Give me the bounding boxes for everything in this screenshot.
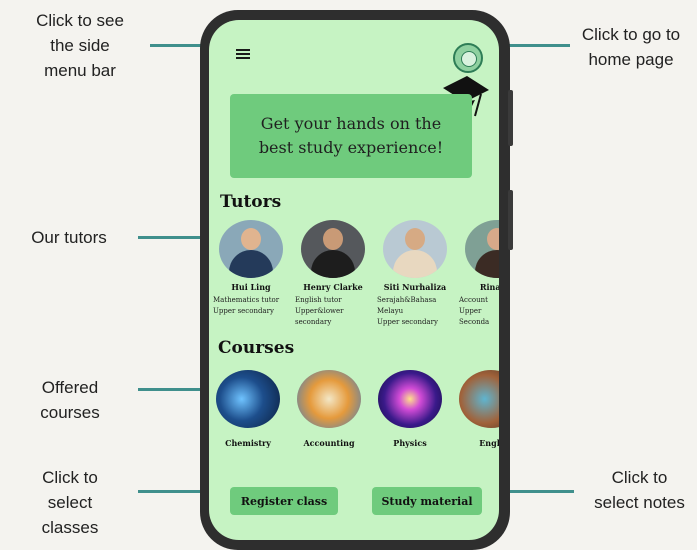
tutor-desc: Account Upper Seconda <box>459 296 490 326</box>
tutor-name: Hui Ling <box>231 282 271 292</box>
phone-side-button <box>508 90 513 146</box>
hamburger-menu-icon[interactable] <box>236 49 250 60</box>
course-card[interactable]: Physics <box>368 370 452 448</box>
select-classes-annotation: Click to select classes <box>41 468 99 537</box>
study-material-button[interactable]: Study material <box>372 487 482 515</box>
offered-courses-annotation: Offered courses <box>40 378 100 422</box>
our-tutors-annotation: Our tutors <box>31 228 107 247</box>
home-page-annotation: Click to go to home page <box>581 25 681 69</box>
tutor-photo <box>383 220 447 278</box>
tutors-row: Hui Ling Mathematics tutor Upper seconda… <box>209 220 499 340</box>
phone-side-button <box>508 190 513 250</box>
courses-title: Courses <box>218 338 295 358</box>
tutor-card[interactable]: Rina Se Account Upper Seconda <box>455 220 499 328</box>
tutor-desc: English tutor Upper&lower secondary <box>295 296 344 326</box>
tutor-photo <box>219 220 283 278</box>
course-card[interactable]: Accounting <box>287 370 371 448</box>
course-image-accounting <box>297 370 361 428</box>
course-name: Accounting <box>303 438 355 448</box>
tutor-card[interactable]: Henry Clarke English tutor Upper&lower s… <box>291 220 375 328</box>
course-image-physics <box>378 370 442 428</box>
tutor-name: Rina Se <box>479 282 499 292</box>
home-logo-icon[interactable] <box>453 43 483 73</box>
tutor-desc: Serajah&Bahasa Melayu Upper secondary <box>377 296 438 326</box>
tutor-photo <box>465 220 499 278</box>
side-menu-annotation: Click to see the side menu bar <box>36 11 124 80</box>
phone-frame: Get your hands on the best study experie… <box>200 10 513 550</box>
tutor-card[interactable]: Hui Ling Mathematics tutor Upper seconda… <box>209 220 293 317</box>
select-notes-annotation: Click to select notes <box>594 468 685 512</box>
tutor-desc: Mathematics tutor Upper secondary <box>213 296 280 315</box>
course-image-english <box>459 370 499 428</box>
tutors-title: Tutors <box>220 192 282 212</box>
tutor-card[interactable]: Siti Nurhaliza Serajah&Bahasa Melayu Upp… <box>373 220 457 328</box>
register-class-button[interactable]: Register class <box>230 487 338 515</box>
courses-row: Chemistry Accounting Physics Engli <box>209 370 499 490</box>
banner-text: Get your hands on the best study experie… <box>258 114 444 157</box>
course-image-chemistry <box>216 370 280 428</box>
tutor-name: Siti Nurhaliza <box>383 282 447 292</box>
promo-banner: Get your hands on the best study experie… <box>230 94 472 178</box>
tutor-photo <box>301 220 365 278</box>
course-name: Physics <box>393 438 427 448</box>
tutor-name: Henry Clarke <box>303 282 363 292</box>
course-name: Engli <box>479 438 499 448</box>
app-screen: Get your hands on the best study experie… <box>209 20 499 540</box>
course-card[interactable]: Engli <box>449 370 499 448</box>
course-name: Chemistry <box>225 438 271 448</box>
course-card[interactable]: Chemistry <box>209 370 290 448</box>
